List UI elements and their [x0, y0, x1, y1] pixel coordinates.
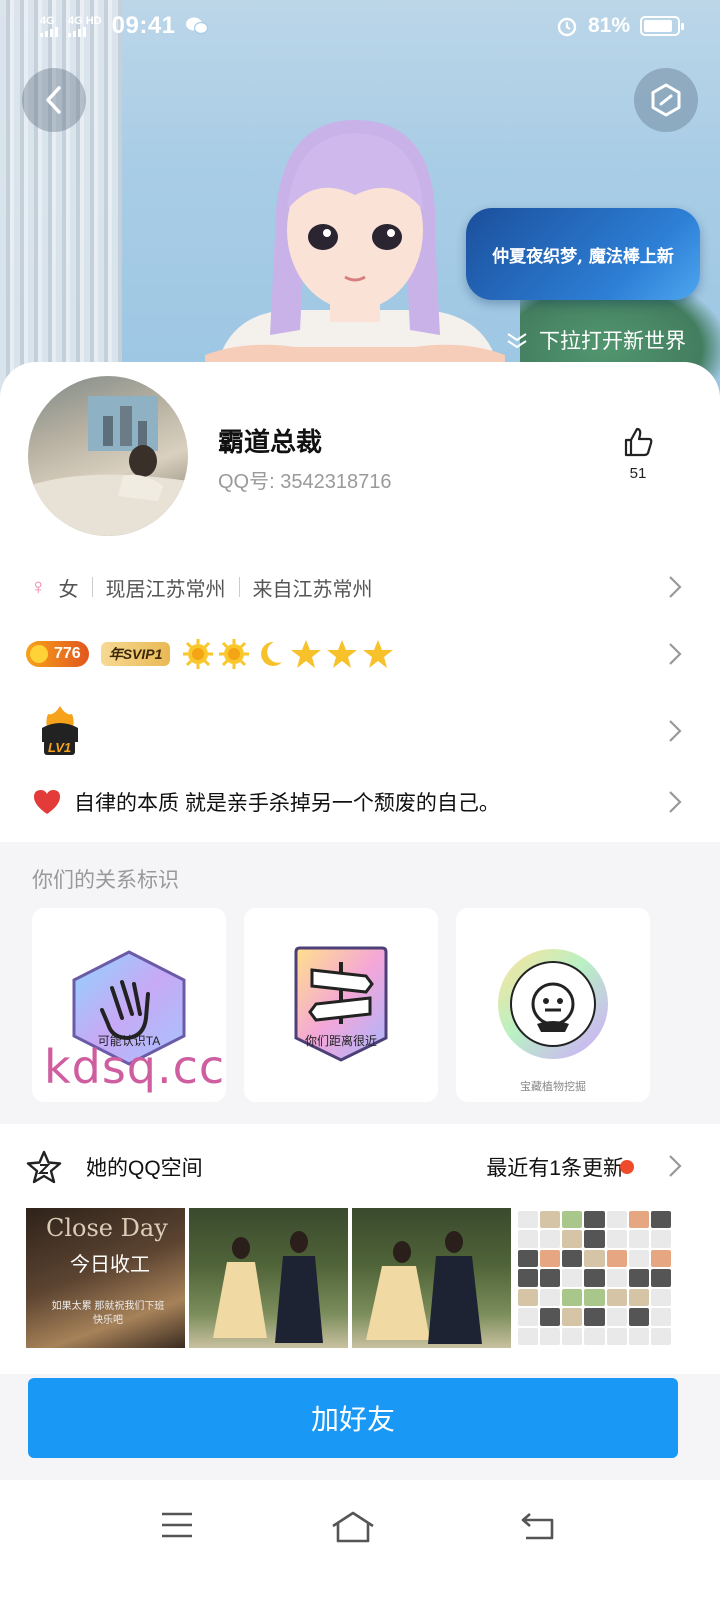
- qzone-section[interactable]: 她的QQ空间 最近有1条更新 Close Day 今日收工 如果太累 那就祝我们…: [0, 1124, 720, 1374]
- add-friend-button[interactable]: 加好友: [28, 1378, 678, 1458]
- avatar[interactable]: [28, 376, 188, 536]
- qzone-photo[interactable]: [189, 1208, 348, 1348]
- more-options-button[interactable]: [634, 68, 698, 132]
- star-level-icon: [327, 640, 358, 668]
- avatar-photo: [28, 396, 188, 536]
- smiley-badge-icon: [498, 949, 608, 1059]
- clock: 09:41: [111, 12, 176, 39]
- relation-card-treasure[interactable]: 宝藏植物挖掘: [456, 908, 650, 1102]
- back-button[interactable]: [22, 68, 86, 132]
- hexagon-icon: [651, 83, 681, 117]
- system-navigation-bar: [0, 1480, 720, 1600]
- badges-row[interactable]: 776 年SVIP1: [0, 634, 720, 674]
- photo-figures: [213, 1231, 323, 1343]
- like-count: 51: [629, 465, 647, 482]
- relation-label: 你们距离很近: [304, 1034, 377, 1048]
- promo-text: 仲夏夜织梦, 魔法棒上新: [492, 246, 674, 267]
- curtain-background: [0, 0, 122, 400]
- sun-level-icon: [183, 639, 214, 669]
- lv-badge: LV1: [36, 704, 84, 758]
- relation-label: 宝藏植物挖掘: [520, 1081, 586, 1093]
- relations-title: 你们的关系标识: [32, 869, 179, 892]
- battery-icon: [640, 16, 684, 36]
- home-icon[interactable]: [330, 1510, 376, 1544]
- star-level-icon: [291, 640, 322, 668]
- qzone-update-status: 最近有1条更新: [486, 1157, 624, 1180]
- double-chevron-down-icon: [507, 333, 527, 349]
- svip-badge: 年SVIP1: [100, 642, 171, 666]
- status-bar: 4G 4G HD 09:41 81%: [0, 0, 720, 56]
- qzone-title: 她的QQ空间: [86, 1157, 203, 1180]
- thumbs-up-icon: [624, 427, 653, 457]
- signature-row[interactable]: 自律的本质 就是亲手杀掉另一个颓废的自己。: [0, 782, 720, 822]
- residence-text: 现居江苏常州: [105, 578, 226, 601]
- qzone-photo[interactable]: [515, 1208, 674, 1348]
- photo-title: Close Day: [46, 1214, 168, 1242]
- chevron-right-icon: [669, 791, 682, 813]
- promo-bubble[interactable]: 仲夏夜织梦, 魔法棒上新: [466, 208, 700, 300]
- menu-icon[interactable]: [160, 1510, 194, 1540]
- signature-text: 自律的本质 就是亲手杀掉另一个颓废的自己。: [74, 792, 500, 815]
- star-level-icon: [363, 640, 394, 668]
- level-badge: 776: [26, 641, 89, 667]
- flame-icon: [42, 706, 78, 742]
- photo-figures: [366, 1231, 482, 1344]
- divider: [238, 577, 240, 597]
- profile-card: 霸道总裁 QQ号: 3542318716 51 ♀ 女 现居江苏常州 来自江苏常…: [0, 362, 720, 842]
- battery-percent: 81%: [587, 14, 630, 37]
- moon-level-icon: [261, 641, 283, 666]
- qzone-photo[interactable]: Close Day 今日收工 如果太累 那就祝我们下班快乐吧: [26, 1208, 185, 1348]
- lv-row[interactable]: LV1: [0, 700, 720, 762]
- profile-banner[interactable]: 4G 4G HD 09:41 81% 仲夏夜织梦, 魔法棒上新 下拉打开新世界: [0, 0, 720, 400]
- qzone-photo[interactable]: [352, 1208, 511, 1348]
- chevron-right-icon: [669, 1155, 682, 1177]
- divider: [91, 577, 93, 597]
- alarm-icon: [557, 17, 577, 37]
- qzone-photo-strip: Close Day 今日收工 如果太累 那就祝我们下班快乐吧: [26, 1208, 674, 1348]
- sun-icon: [30, 645, 48, 663]
- nickname: 霸道总裁: [218, 427, 323, 457]
- heart-icon: [34, 790, 60, 814]
- qq-level-icons: [182, 638, 394, 670]
- chevron-left-icon: [46, 86, 61, 114]
- qzone-star-icon: [26, 1150, 62, 1184]
- watermark: kdsq.cc: [44, 1040, 226, 1094]
- like-button[interactable]: 51: [620, 426, 656, 482]
- basic-info-row[interactable]: ♀ 女 现居江苏常州 来自江苏常州: [0, 566, 720, 608]
- 3d-avatar-illustration: [205, 120, 505, 375]
- signal-indicator-2: 4G HD: [68, 15, 102, 37]
- wechat-icon: [185, 17, 208, 35]
- photo-subtitle: 今日收工: [70, 1252, 150, 1276]
- photo-caption: 如果太累 那就祝我们下班快乐吧: [51, 1301, 165, 1326]
- back-nav-icon[interactable]: [520, 1510, 556, 1542]
- chevron-right-icon: [669, 643, 682, 665]
- pull-down-hint: 下拉打开新世界: [505, 325, 686, 355]
- hometown-text: 来自江苏常州: [252, 578, 373, 601]
- qq-number: QQ号: 3542318716: [218, 471, 392, 493]
- chevron-right-icon: [669, 576, 682, 598]
- signal-indicator-1: 4G: [40, 15, 58, 37]
- update-dot: [620, 1160, 634, 1174]
- female-icon: ♀: [30, 574, 47, 599]
- gender-text: 女: [58, 578, 79, 601]
- chevron-right-icon: [669, 720, 682, 742]
- relation-card-nearby[interactable]: 你们距离很近: [244, 908, 438, 1102]
- sun-level-icon: [219, 639, 250, 669]
